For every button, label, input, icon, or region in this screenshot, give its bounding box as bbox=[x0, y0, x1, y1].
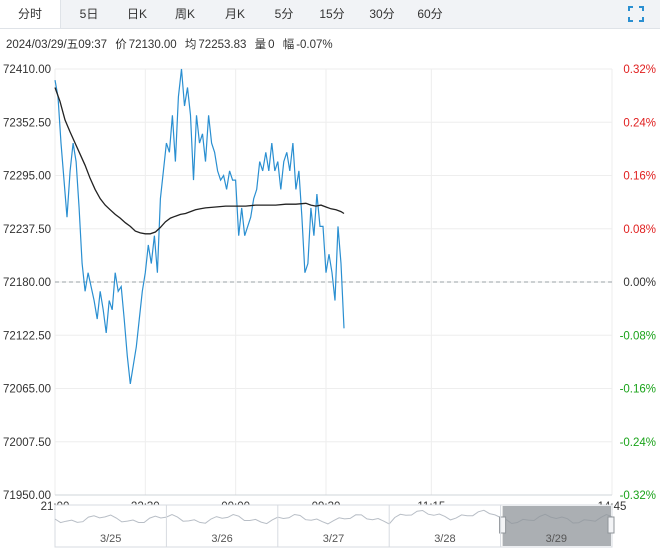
tab-60min[interactable]: 60分 bbox=[408, 0, 452, 28]
intraday-chart[interactable]: 72410.00 0.32% 72352.50 0.24% 72295.00 0.16% 7… bbox=[0, 55, 660, 557]
pct-tick-label: -0.24% bbox=[620, 437, 656, 449]
tab-intraday[interactable]: 分时 bbox=[0, 0, 61, 28]
navigator-handle-right[interactable] bbox=[607, 516, 615, 534]
volume-label: 量 bbox=[254, 39, 267, 51]
tab-5min[interactable]: 5分 bbox=[264, 0, 304, 28]
fullscreen-icon[interactable] bbox=[628, 6, 644, 22]
y-tick-label: 72237.50 bbox=[3, 224, 51, 236]
average-line bbox=[54, 87, 345, 235]
pct-tick-label: -0.16% bbox=[620, 384, 656, 396]
pct-tick-label: 0.32% bbox=[623, 64, 656, 76]
tab-5day[interactable]: 5日 bbox=[70, 0, 108, 28]
price-line bbox=[54, 68, 345, 384]
y-tick-label: 72295.00 bbox=[3, 171, 51, 183]
avg-value: 72253.83 bbox=[198, 39, 247, 51]
navigator-day-label: 3/25 bbox=[100, 533, 121, 545]
y-tick-label: 72007.50 bbox=[3, 437, 51, 449]
pct-tick-label: 0.16% bbox=[623, 171, 656, 183]
change-label: 幅 bbox=[282, 39, 295, 51]
y-tick-label: 72180.00 bbox=[3, 277, 51, 289]
quote-info-line: 2024/03/29/五09:37 价 72130.00 均 72253.83 量0… bbox=[6, 36, 338, 52]
y-tick-label: 72122.50 bbox=[3, 330, 51, 342]
navigator-day-label: 3/28 bbox=[434, 533, 455, 545]
pct-tick-label: 0.00% bbox=[623, 277, 656, 289]
y-tick-label: 72410.00 bbox=[3, 64, 51, 76]
price-label: 价 bbox=[115, 39, 127, 51]
volume-value: 0 bbox=[268, 39, 275, 51]
tab-daily-k[interactable]: 日K bbox=[118, 0, 156, 28]
pct-tick-label: -0.08% bbox=[620, 330, 656, 342]
navigator-day-label: 3/27 bbox=[323, 533, 344, 545]
change-value: -0.07% bbox=[296, 39, 333, 51]
navigator-day-label: 3/26 bbox=[211, 533, 232, 545]
tab-30min[interactable]: 30分 bbox=[360, 0, 404, 28]
avg-label: 均 bbox=[184, 39, 197, 51]
tab-weekly-k[interactable]: 周K bbox=[166, 0, 204, 28]
tab-monthly-k[interactable]: 月K bbox=[214, 0, 256, 28]
quote-datetime: 2024/03/29/五09:37 bbox=[6, 39, 108, 51]
pct-tick-label: 0.08% bbox=[623, 224, 656, 236]
y-tick-label: 72352.50 bbox=[3, 117, 51, 129]
y-tick-label: 72065.00 bbox=[3, 384, 51, 396]
period-tab-bar: 分时 5日 日K 周K 月K 5分 15分 30分 60分 bbox=[0, 0, 660, 29]
price-value: 72130.00 bbox=[128, 39, 177, 51]
navigator-day-label: 3/29 bbox=[546, 533, 567, 545]
pct-tick-label: 0.24% bbox=[623, 117, 656, 129]
tab-15min[interactable]: 15分 bbox=[310, 0, 354, 28]
